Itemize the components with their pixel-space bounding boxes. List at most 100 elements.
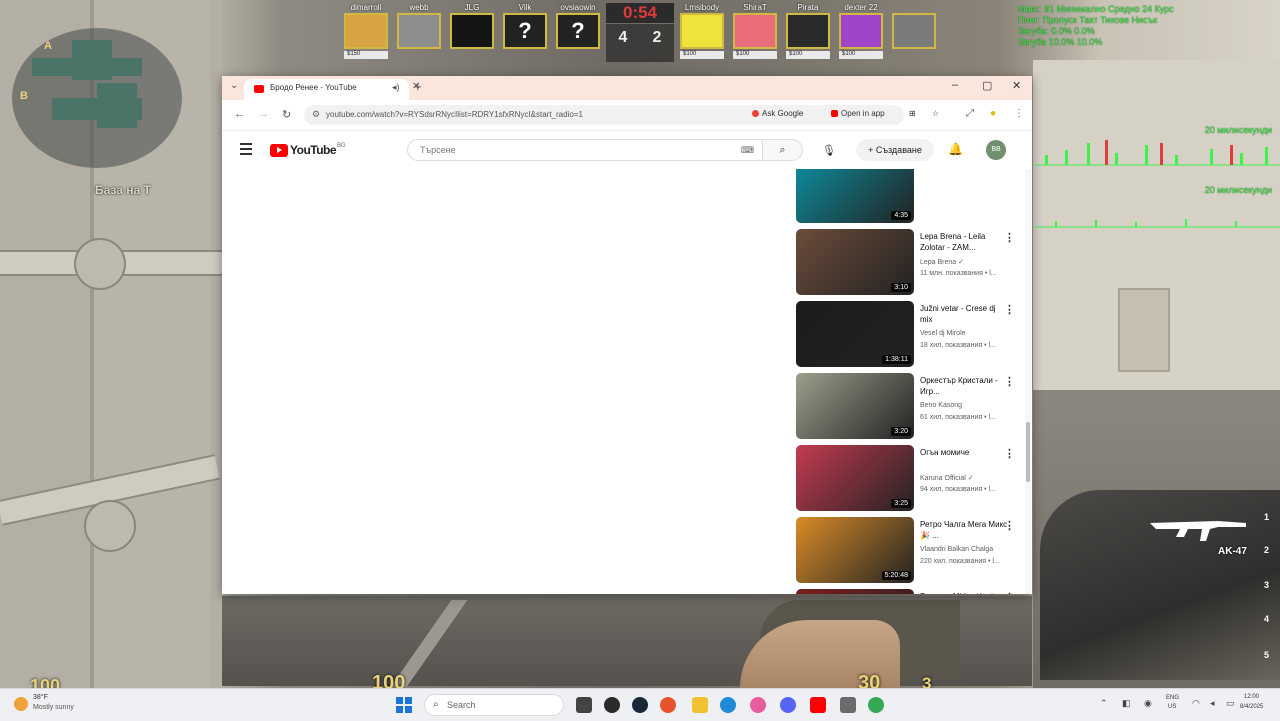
search-button[interactable]: ⌕ [763, 139, 803, 161]
open-in-app-chip[interactable]: Open in app [831, 109, 885, 118]
video-thumbnail[interactable]: 1:38:11 [796, 301, 914, 367]
video-thumbnail[interactable]: 5:20:48 [796, 517, 914, 583]
forward-icon[interactable]: → [258, 108, 269, 120]
region-indicator[interactable]: US [1168, 704, 1176, 710]
bookmark-star-icon[interactable]: ☆ [932, 109, 939, 118]
player-avatar [450, 13, 494, 49]
volume-icon[interactable]: ◂ [1210, 698, 1215, 709]
browser-menu-icon[interactable]: ⋮ [1014, 108, 1024, 119]
more-options-icon[interactable]: ⋮ [1004, 231, 1015, 244]
scroll-thumb[interactable] [1026, 422, 1030, 482]
recommended-video[interactable]: 3:25 Огън момиче Karuna Official ✓ 94 хил. … [794, 445, 1032, 513]
youtube-play-icon [270, 143, 288, 157]
site-info-icon[interactable]: ⚙ [312, 109, 320, 120]
start-windows-icon[interactable] [396, 697, 412, 713]
video-thumbnail[interactable]: 3:10 [796, 229, 914, 295]
video-thumbnail[interactable]: 4:35 [796, 169, 914, 223]
channel-name[interactable]: Beno Kasong [920, 402, 962, 409]
video-title[interactable]: Ретро Чалга Мега Микс 🎉 ... [920, 519, 1010, 541]
video-views: 18 хил. показвания • l... [920, 342, 996, 349]
video-title[interactable]: Оркестър Кристали - Игр... [920, 375, 1010, 397]
tray-app-icon[interactable]: ◧ [1122, 698, 1131, 709]
back-icon[interactable]: ← [234, 108, 245, 120]
youtube-search-input[interactable]: Търсене ⌨ [407, 139, 763, 161]
tab-youtube[interactable]: Бродо Ренее - YouTube ◂) ✕ [244, 79, 420, 100]
recommended-video[interactable]: 3:10 Lepa Brena - Leila Zolotar - ZAM... L… [794, 229, 1032, 297]
youtube-logo[interactable]: YouTube BG [270, 143, 346, 157]
taskbar-search-input[interactable]: ⌕ Search [424, 694, 564, 716]
more-options-icon[interactable]: ⋮ [1004, 591, 1015, 594]
chrome-icon[interactable] [868, 697, 884, 713]
channel-name[interactable]: Karuna Official ✓ [920, 474, 974, 482]
wifi-icon[interactable]: ◠ [1192, 698, 1200, 709]
player-avatar [733, 13, 777, 49]
more-options-icon[interactable]: ⋮ [1004, 519, 1015, 532]
app-icon[interactable] [750, 697, 766, 713]
video-title[interactable]: Južni vetar - Crese dj mix [920, 303, 1010, 325]
clock-date[interactable]: 8/4/2025 [1240, 704, 1263, 710]
keyboard-icon[interactable]: ⌨ [741, 145, 754, 156]
task-view-icon[interactable] [576, 697, 592, 713]
more-options-icon[interactable]: ⋮ [1004, 447, 1015, 460]
hamburger-menu-icon[interactable] [240, 143, 252, 158]
channel-name[interactable]: Vlaandri Balkan Chalga [920, 546, 993, 553]
ask-google-chip[interactable]: Ask Google [752, 109, 803, 118]
tray-chevron-icon[interactable]: ⌃ [1100, 698, 1108, 709]
recommended-video[interactable]: 3:20 Оркестър Кристали - Игр... Beno Kason… [794, 373, 1032, 441]
more-options-icon[interactable]: ⋮ [1004, 303, 1015, 316]
tray-app-icon[interactable]: ◉ [1144, 698, 1152, 709]
tab-title: Бродо Ренее - YouTube [270, 83, 357, 92]
url-text[interactable]: youtube.com/watch?v=RYSdsrRNycIlist=RDRY… [326, 110, 583, 119]
profile-icon[interactable]: ● [990, 108, 996, 119]
page-scrollbar[interactable] [1025, 169, 1031, 594]
video-thumbnail[interactable]: 3:20 [796, 373, 914, 439]
app-icon[interactable] [660, 697, 676, 713]
wall-bolt [74, 238, 126, 290]
battery-icon[interactable]: ▭ [1226, 698, 1235, 709]
video-thumbnail[interactable]: 3:25 [796, 445, 914, 511]
weather-sun-icon[interactable] [14, 697, 28, 711]
maximize-button[interactable]: ▢ [982, 79, 992, 92]
microphone-icon[interactable]: 🎙 [822, 144, 836, 157]
edge-icon[interactable] [720, 697, 736, 713]
weather-description[interactable]: Mostly sunny [33, 704, 74, 711]
notifications-bell-icon[interactable]: 🔔 [948, 142, 963, 156]
recommended-video[interactable]: 4:35 [794, 169, 1032, 225]
graph-label: 20 милисекунди [1204, 185, 1272, 195]
player-name: ovsiaowin [560, 3, 596, 12]
recommended-video[interactable]: 5:20:48 Ретро Чалга Мега Микс 🎉 ... Vlaand… [794, 517, 1032, 585]
discord-icon[interactable] [780, 697, 796, 713]
radar-site-a: A [44, 40, 52, 52]
language-indicator[interactable]: ENG [1166, 695, 1179, 701]
video-thumbnail[interactable] [796, 589, 914, 594]
audio-icon[interactable]: ◂) [392, 82, 400, 93]
video-title[interactable]: Lepa Brena - Leila Zolotar - ZAM... [920, 231, 1010, 253]
obs-icon[interactable] [604, 697, 620, 713]
file-explorer-icon[interactable] [692, 697, 708, 713]
reload-icon[interactable]: ↻ [282, 108, 291, 121]
weather-temperature[interactable]: 38°F [33, 694, 48, 701]
new-tab-button[interactable]: + [414, 79, 422, 94]
minimize-button[interactable]: – [952, 79, 958, 91]
stats-line: Загуба: 0.0% 0.0% [1018, 26, 1095, 36]
youtube-app-icon[interactable] [810, 697, 826, 713]
recommended-video[interactable]: Dragana Mirković mix pesamaMirkovic offi… [794, 589, 1032, 594]
close-window-button[interactable]: ✕ [1012, 79, 1021, 92]
avatar[interactable]: BB [986, 140, 1006, 160]
channel-name[interactable]: Lepa Brena ✓ [920, 258, 964, 266]
recommended-video[interactable]: 1:38:11 Južni vetar - Crese dj mix Vesel d… [794, 301, 1032, 369]
tab-search-icon[interactable]: ⌄ [230, 80, 238, 91]
extensions-icon[interactable]: ⤢ [966, 108, 974, 119]
steam-icon[interactable] [632, 697, 648, 713]
player-avatar [786, 13, 830, 49]
create-button[interactable]: + Създаване [856, 139, 934, 161]
address-bar[interactable]: ⚙ youtube.com/watch?v=RYSdsrRNycIlist=RD… [304, 105, 939, 125]
video-title[interactable]: Огън момиче [920, 447, 1010, 458]
channel-name[interactable]: Vesel dj Mirole [920, 330, 966, 337]
translate-icon[interactable]: ⊞ [909, 109, 916, 118]
app-icon[interactable] [840, 697, 856, 713]
more-options-icon[interactable]: ⋮ [1004, 375, 1015, 388]
right-player-card [890, 3, 938, 61]
video-title[interactable]: Dragana Mirković mix pesama [920, 591, 1010, 594]
clock-time[interactable]: 12:00 [1244, 694, 1259, 700]
